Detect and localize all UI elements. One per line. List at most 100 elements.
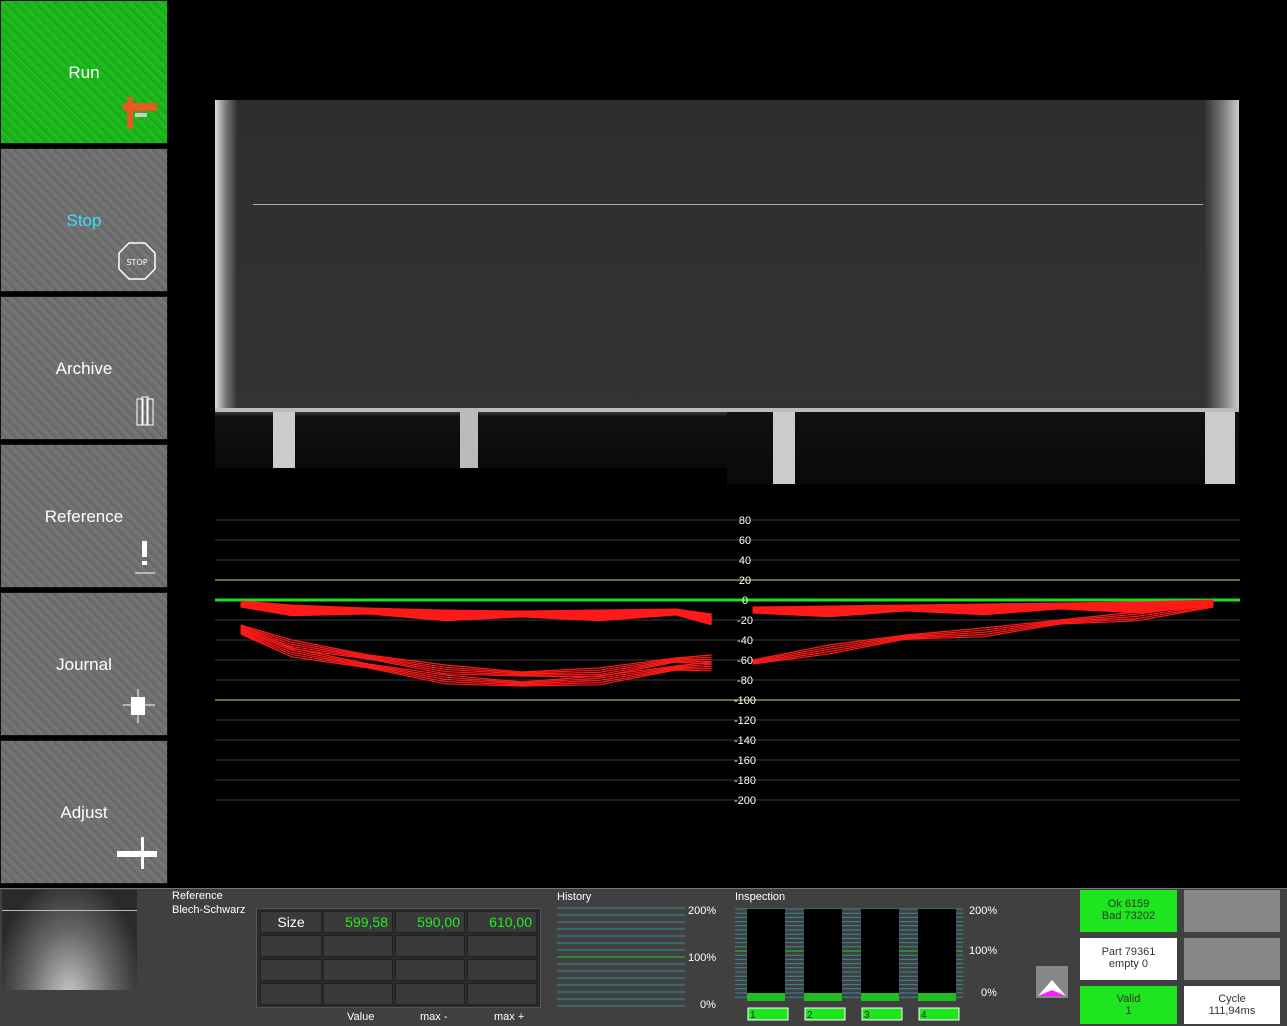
adjust-label: Adjust: [60, 803, 108, 822]
inspection-bar-fill: [918, 993, 956, 1001]
y-tick-label: -160: [734, 755, 756, 767]
table-cell: [467, 935, 537, 957]
size-max-plus: 610,00: [467, 911, 537, 933]
direction-indicator: [1036, 966, 1068, 998]
sidebar: Run Stop STOP Archive Reference Journal: [0, 0, 170, 888]
archive-button[interactable]: Archive: [0, 296, 168, 440]
inspection-bar-fill: [804, 993, 842, 1001]
table-cell: [260, 983, 322, 1005]
size-max-minus: 590,00: [395, 911, 465, 933]
inspection-bar: [918, 909, 956, 1001]
inspection-graph: 1 2 3 4: [735, 908, 963, 1021]
part-count: Part 79361: [1101, 946, 1156, 958]
table-cell: [323, 959, 393, 981]
journal-icon: [123, 689, 155, 723]
journal-button[interactable]: Journal: [0, 592, 168, 736]
table-cell: [260, 935, 322, 957]
run-button[interactable]: Run: [0, 0, 168, 144]
history-tick-0: 0%: [700, 999, 716, 1011]
inspection-bar: [747, 909, 785, 1001]
inspection-bar: [861, 909, 899, 1001]
y-tick-label: -100: [734, 695, 756, 707]
inspection-tick-100: 100%: [969, 945, 998, 957]
inspection-bar: [804, 909, 842, 1001]
table-cell: [467, 983, 537, 1005]
status-box-blank: [1184, 890, 1280, 932]
history-tick-100: 100%: [688, 952, 717, 964]
table-cell: [260, 959, 322, 981]
y-tick-label: -180: [734, 775, 756, 787]
exclamation-icon: [135, 541, 155, 574]
y-tick-label: -20: [737, 615, 753, 627]
caliper-icon: [123, 97, 157, 129]
journal-label: Journal: [56, 655, 112, 674]
table-cell: [467, 959, 537, 981]
col-max-minus-header: max -: [420, 1011, 448, 1023]
inspection-channel-label: 3: [864, 1010, 870, 1021]
camera-image-right: [727, 100, 1239, 484]
table-cell: [395, 959, 465, 981]
reference-name: Blech-Schwarz: [172, 904, 246, 916]
valid-indicator: Valid 1: [1080, 986, 1177, 1024]
reference-button[interactable]: Reference: [0, 444, 168, 588]
table-cell: [323, 983, 393, 1005]
y-tick-label: -80: [737, 675, 753, 687]
ok-count: Ok 6159: [1107, 898, 1150, 910]
col-value-header: Value: [347, 1011, 375, 1023]
history-graph: [557, 907, 685, 1007]
run-label: Run: [68, 63, 100, 82]
table-cell: [395, 983, 465, 1005]
reference-table: Size 599,58 590,00 610,00: [256, 908, 541, 1008]
cycle-value: 111,94ms: [1208, 1005, 1256, 1017]
thumbnail-image: [2, 890, 137, 990]
y-tick-label: -200: [734, 795, 756, 807]
y-tick-label: -60: [737, 655, 753, 667]
y-tick-label: 40: [739, 555, 751, 567]
inspection-channel-label: 4: [921, 1010, 927, 1021]
size-label: Size: [260, 911, 322, 933]
empty-count: empty 0: [1108, 958, 1149, 970]
y-tick-label: 0: [742, 595, 748, 607]
status-box-blank: [1184, 938, 1280, 980]
inspection-channel-label: 1: [750, 1010, 756, 1021]
adjust-button[interactable]: Adjust: [0, 740, 168, 884]
y-tick-label: -120: [734, 715, 756, 727]
bad-count: Bad 73202: [1101, 910, 1156, 922]
reference-label: Reference: [44, 507, 124, 526]
reference-title: Reference: [172, 890, 223, 902]
left-series-line: [240, 624, 712, 673]
inspection-title: Inspection: [735, 891, 786, 903]
inspection-bar-fill: [747, 993, 785, 1001]
stop-label: Stop: [66, 211, 102, 230]
y-tick-label: 60: [739, 535, 751, 547]
triangle-icon: [1038, 980, 1066, 996]
col-max-plus-header: max +: [494, 1011, 525, 1023]
ok-bad-counter: Ok 6159 Bad 73202: [1080, 890, 1177, 932]
inspection-channel-label: 2: [807, 1010, 813, 1021]
archive-icon: [136, 396, 154, 426]
archive-label: Archive: [55, 359, 113, 378]
table-cell: [395, 935, 465, 957]
y-tick-label: 80: [739, 515, 751, 527]
part-counter: Part 79361 empty 0: [1080, 938, 1177, 980]
inspection-bar-fill: [861, 993, 899, 1001]
inspection-tick-0: 0%: [981, 987, 997, 999]
cycle-time: Cycle 111,94ms: [1184, 986, 1280, 1024]
ruler-icon: [117, 837, 157, 869]
y-tick-label: -140: [734, 735, 756, 747]
valid-label: Valid: [1116, 993, 1141, 1005]
svg-text:STOP: STOP: [126, 258, 147, 267]
valid-count: 1: [1125, 1005, 1132, 1017]
cycle-label: Cycle: [1218, 993, 1246, 1005]
camera-image-left: [215, 100, 727, 468]
profile-chart: 80 60 40 20 0 -20 -40 -60 -80 -100 -120 -140 -160 -18…: [215, 515, 1240, 807]
history-title: History: [557, 891, 592, 903]
history-tick-200: 200%: [688, 905, 717, 917]
table-cell: [323, 935, 393, 957]
size-value: 599,58: [323, 911, 393, 933]
y-tick-label: -40: [737, 635, 753, 647]
stop-sign-icon: STOP: [118, 242, 156, 280]
y-tick-label: 20: [739, 575, 751, 587]
stop-button[interactable]: Stop STOP: [0, 148, 168, 292]
inspection-tick-200: 200%: [969, 905, 998, 917]
